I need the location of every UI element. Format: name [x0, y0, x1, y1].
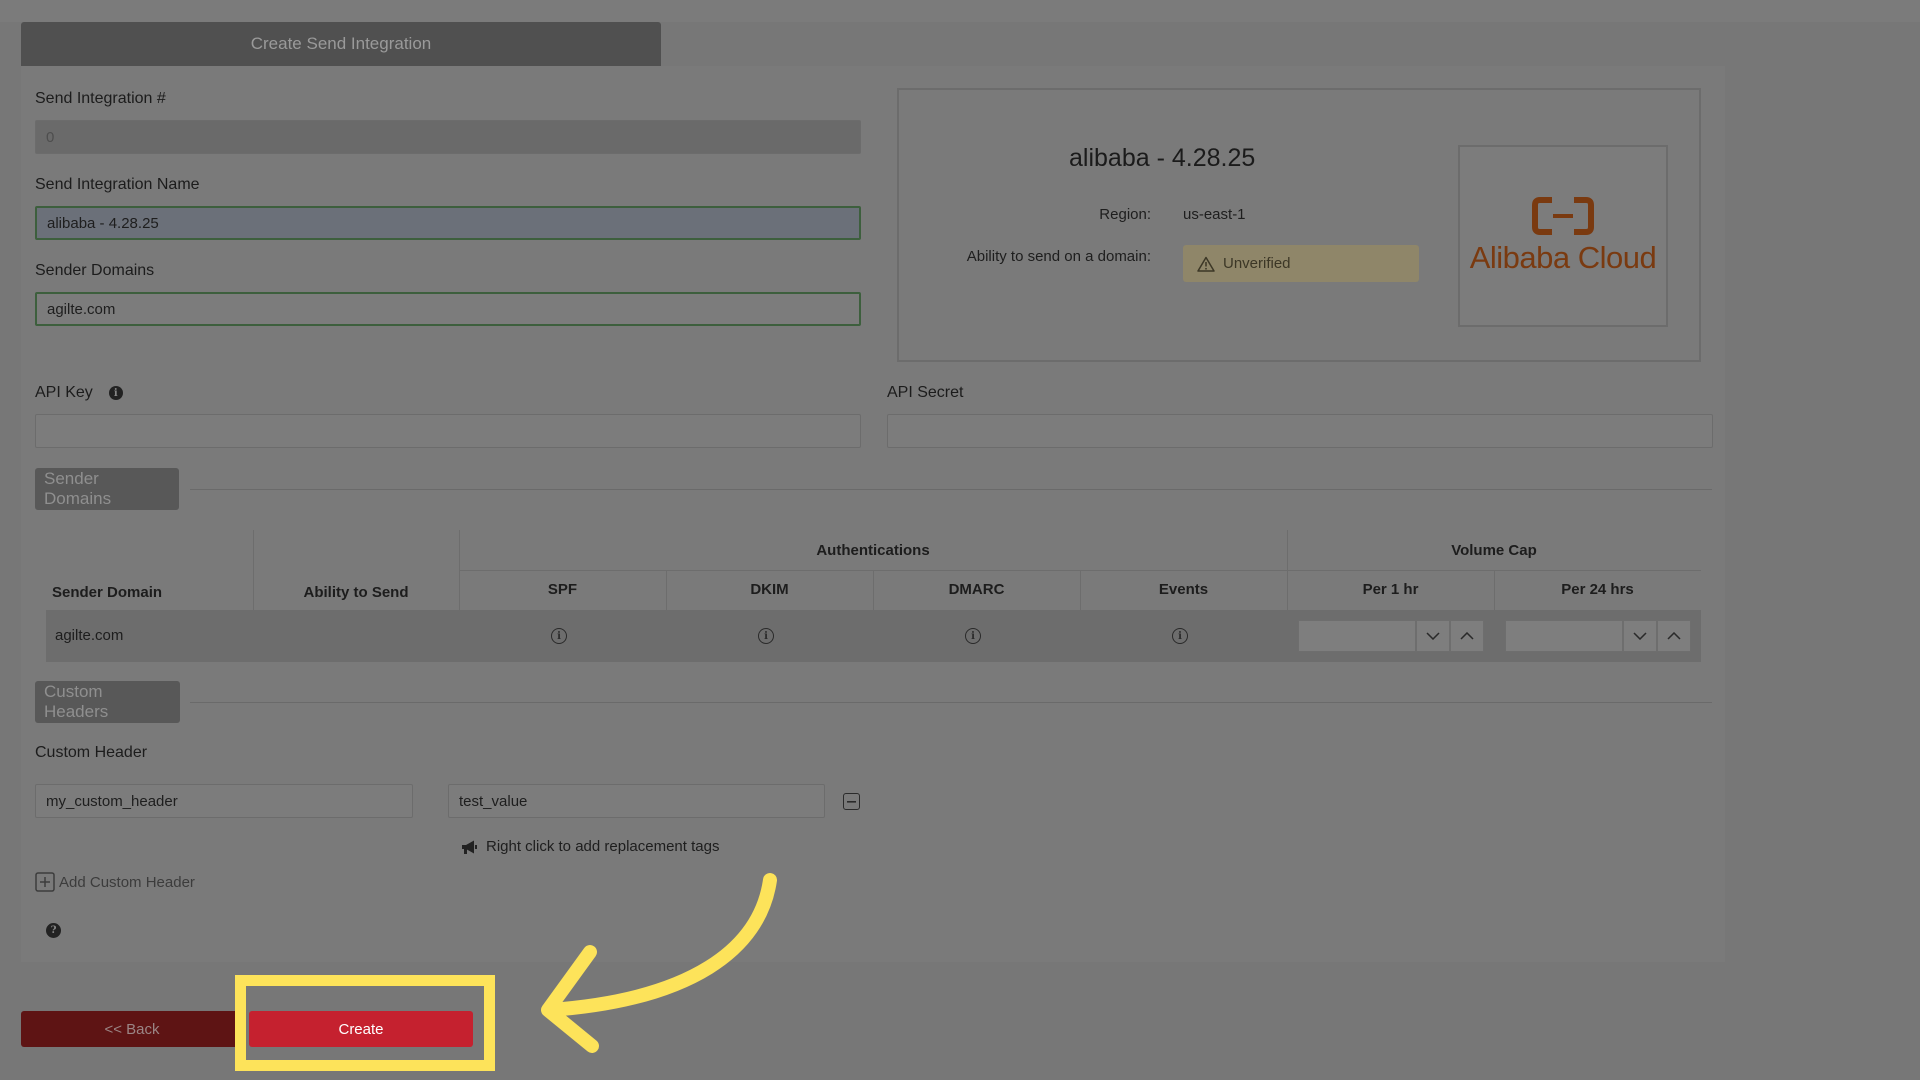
volume-cap-header: Volume Cap: [1451, 542, 1537, 559]
hint-text: Right click to add replacement tags: [486, 838, 720, 855]
chevron-down-icon: [1633, 632, 1647, 640]
dmarc-header: DMARC: [948, 581, 1005, 598]
add-custom-header-label: Add Custom Header: [59, 873, 195, 891]
create-button[interactable]: Create: [249, 1011, 473, 1047]
per-1hr-stepper[interactable]: [1298, 620, 1484, 652]
megaphone-icon: [462, 840, 477, 854]
spf-info-icon[interactable]: i: [551, 628, 567, 644]
integration-number-label: Send Integration #: [35, 90, 166, 107]
summary-title: alibaba - 4.28.25: [1069, 144, 1256, 172]
per-1hr-increment[interactable]: [1450, 620, 1484, 652]
status-badge: Unverified: [1183, 245, 1419, 282]
sender-domains-section-toggle[interactable]: Sender Domains: [35, 468, 179, 510]
api-secret-label: API Secret: [887, 384, 964, 401]
custom-header-name-value: my_custom_header: [46, 792, 178, 810]
dkim-header: DKIM: [750, 581, 789, 598]
authentications-header: Authentications: [816, 542, 930, 559]
chevron-up-icon: [1460, 632, 1474, 640]
chevron-down-icon: [1426, 632, 1440, 640]
per-24hrs-stepper[interactable]: [1505, 620, 1691, 652]
integration-name-value: alibaba - 4.28.25: [47, 214, 159, 232]
per-24hrs-header: Per 24 hrs: [1561, 581, 1634, 598]
section-divider: [190, 702, 1712, 703]
chevron-up-icon: [1667, 632, 1681, 640]
ability-label: Ability to send on a domain:: [966, 248, 1151, 265]
logo-text: Alibaba Cloud: [1469, 240, 1657, 275]
replacement-tags-hint: Right click to add replacement tags: [460, 838, 719, 855]
per-1hr-decrement[interactable]: [1416, 620, 1450, 652]
back-button[interactable]: << Back: [21, 1011, 243, 1047]
row-domain: agilte.com: [55, 627, 124, 644]
custom-header-value-input[interactable]: test_value: [448, 784, 825, 818]
sender-domains-label: Sender Domains: [35, 262, 155, 279]
ability-to-send-header: Ability to Send: [303, 584, 409, 601]
header-divider: [459, 570, 1701, 571]
integration-number-field: 0: [35, 120, 861, 154]
per-24hrs-increment[interactable]: [1657, 620, 1691, 652]
sender-domains-table: Authentications Volume Cap Sender Domain…: [46, 530, 1701, 664]
region-label: Region:: [1099, 206, 1151, 223]
spf-header: SPF: [547, 581, 578, 598]
sender-domains-value: agilte.com: [47, 300, 116, 318]
provider-logo: Alibaba Cloud: [1458, 145, 1668, 327]
api-secret-input[interactable]: [887, 414, 1713, 448]
events-header: Events: [1158, 581, 1209, 598]
events-info-icon[interactable]: i: [1172, 628, 1188, 644]
custom-header-name-input[interactable]: my_custom_header: [35, 784, 413, 818]
status-text: Unverified: [1223, 255, 1291, 272]
warning-icon: [1197, 256, 1215, 272]
integration-name-input[interactable]: alibaba - 4.28.25: [35, 206, 861, 240]
per-24hrs-decrement[interactable]: [1623, 620, 1657, 652]
api-key-input[interactable]: [35, 414, 861, 448]
sender-domain-header: Sender Domain: [52, 584, 163, 601]
per-1hr-header: Per 1 hr: [1362, 581, 1419, 598]
help-icon[interactable]: ?: [46, 923, 61, 938]
custom-header-value-value: test_value: [459, 792, 528, 810]
integration-name-label: Send Integration Name: [35, 176, 200, 193]
sender-domains-input[interactable]: agilte.com: [35, 292, 861, 326]
integration-summary-card: alibaba - 4.28.25 Region: us-east-1 Abil…: [897, 88, 1701, 362]
section-divider: [190, 489, 1712, 490]
dmarc-info-icon[interactable]: i: [965, 628, 981, 644]
integration-number-value: 0: [46, 128, 55, 146]
callout-arrow-icon: [541, 873, 777, 1053]
add-custom-header-button[interactable]: Add Custom Header: [35, 872, 195, 892]
custom-header-label: Custom Header: [35, 744, 148, 761]
per-1hr-input[interactable]: [1298, 620, 1416, 652]
plus-square-icon: [35, 872, 55, 892]
page-tab-title: Create Send Integration: [21, 22, 661, 66]
per-24hrs-input[interactable]: [1505, 620, 1623, 652]
api-key-label-row: API Key i: [35, 384, 123, 402]
minus-icon: [847, 800, 856, 803]
dkim-info-icon[interactable]: i: [758, 628, 774, 644]
top-strip: [0, 0, 1920, 22]
info-icon[interactable]: i: [108, 386, 123, 400]
remove-header-button[interactable]: [843, 793, 860, 810]
table-row: agilte.com i i i i: [46, 610, 1701, 662]
region-value: us-east-1: [1183, 206, 1246, 223]
alibaba-cloud-icon: [1532, 197, 1594, 235]
api-key-label: API Key: [35, 384, 93, 401]
custom-headers-section-toggle[interactable]: Custom Headers: [35, 681, 180, 723]
